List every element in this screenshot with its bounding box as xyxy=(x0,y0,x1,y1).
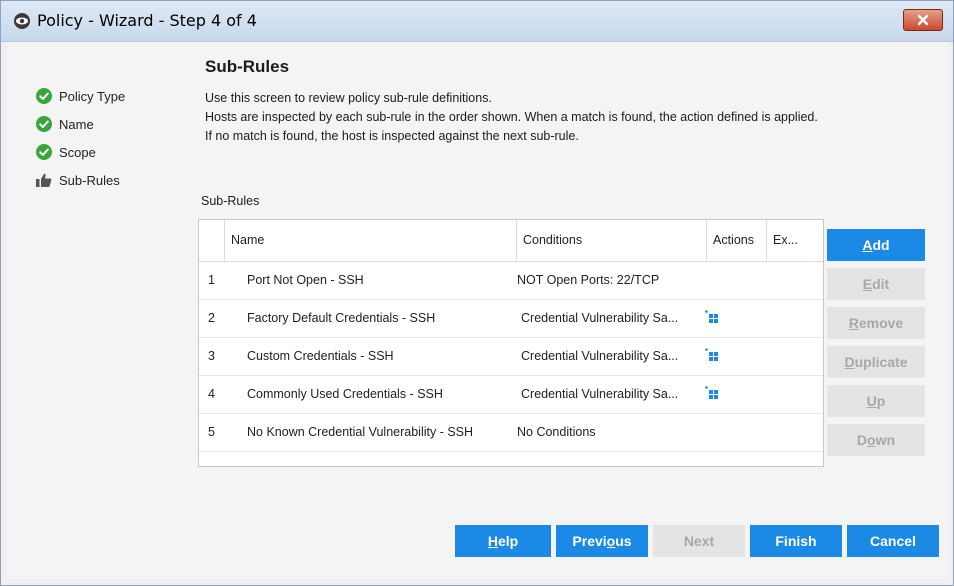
table-row[interactable]: 5 No Known Credential Vulnerability - SS… xyxy=(199,414,823,452)
wizard-window: Policy - Wizard - Step 4 of 4 Policy Typ… xyxy=(0,0,954,586)
down-label-pre: D xyxy=(856,432,868,448)
add-label-post: dd xyxy=(872,237,890,253)
step-name: Name xyxy=(35,110,125,138)
up-label-post: p xyxy=(876,393,886,409)
step-label: Sub-Rules xyxy=(59,172,120,188)
row-name: No Known Credential Vulnerability - SSH xyxy=(247,425,474,439)
row-number: 2 xyxy=(208,311,215,325)
page-description: Use this screen to review policy sub-rul… xyxy=(205,89,935,146)
row-name: Commonly Used Credentials - SSH xyxy=(247,387,443,401)
table-row[interactable]: 1 Port Not Open - SSH NOT Open Ports: 22… xyxy=(199,262,823,300)
row-name: Port Not Open - SSH xyxy=(247,273,364,287)
duplicate-label-post: uplicate xyxy=(854,354,908,370)
close-button[interactable] xyxy=(903,9,943,31)
edit-label-mnemonic: E xyxy=(862,276,873,292)
help-button[interactable]: Help xyxy=(455,525,551,557)
action-grid-icon xyxy=(705,386,718,399)
row-number: 3 xyxy=(208,349,215,363)
step-sub-rules: Sub-Rules xyxy=(35,166,125,194)
row-conditions: Credential Vulnerability Sa... xyxy=(521,387,679,401)
wizard-steps: Policy Type Name Scope Sub-Rules xyxy=(35,82,125,194)
help-label-post: elp xyxy=(497,533,519,549)
edit-label-post: dit xyxy=(872,276,890,292)
row-conditions: Credential Vulnerability Sa... xyxy=(521,349,679,363)
finish-button[interactable]: Finish xyxy=(750,525,842,557)
column-header-ex[interactable]: Ex... xyxy=(766,220,806,261)
add-label-mnemonic: A xyxy=(862,237,873,253)
title-bar: Policy - Wizard - Step 4 of 4 xyxy=(1,1,953,42)
description-line: Hosts are inspected by each sub-rule in … xyxy=(205,110,818,124)
check-circle-icon xyxy=(35,115,53,133)
check-circle-icon xyxy=(35,143,53,161)
down-label-post: wn xyxy=(875,432,896,448)
thumbs-up-icon xyxy=(35,171,53,189)
down-button[interactable]: Do wn xyxy=(827,424,925,456)
table-row[interactable]: 3 Custom Credentials - SSH Credential Vu… xyxy=(199,338,823,376)
action-grid-icon xyxy=(705,310,718,323)
remove-label-post: emove xyxy=(858,315,904,331)
eye-icon xyxy=(14,13,30,29)
row-name: Factory Default Credentials - SSH xyxy=(247,311,436,325)
table-row[interactable]: 2 Factory Default Credentials - SSH Cred… xyxy=(199,300,823,338)
column-header-actions[interactable]: Actions xyxy=(706,220,766,261)
previous-label-pre: Previ xyxy=(572,533,607,549)
sub-rules-table: Name Conditions Actions Ex... 1 Port Not… xyxy=(198,219,824,467)
description-line: Use this screen to review policy sub-rul… xyxy=(205,91,492,105)
step-label: Name xyxy=(59,116,94,132)
cancel-button[interactable]: Cancel xyxy=(847,525,939,557)
row-number: 5 xyxy=(208,425,215,439)
row-conditions: No Conditions xyxy=(517,425,596,439)
duplicate-label-mnemonic: D xyxy=(844,354,855,370)
down-label-mnemonic: o xyxy=(867,432,876,448)
column-header-conditions[interactable]: Conditions xyxy=(516,220,706,261)
duplicate-button[interactable]: Duplicate xyxy=(827,346,925,378)
table-header: Name Conditions Actions Ex... xyxy=(199,220,823,262)
action-grid-icon xyxy=(705,348,718,361)
step-scope: Scope xyxy=(35,138,125,166)
close-icon xyxy=(917,14,929,26)
step-label: Scope xyxy=(59,144,96,160)
description-line: If no match is found, the host is inspec… xyxy=(205,129,579,143)
remove-label-mnemonic: R xyxy=(848,315,859,331)
edit-button[interactable]: Edit xyxy=(827,268,925,300)
page-title: Sub-Rules xyxy=(205,57,290,76)
column-header-name[interactable]: Name xyxy=(224,220,516,261)
step-label: Policy Type xyxy=(59,88,126,104)
step-policy-type: Policy Type xyxy=(35,82,125,110)
up-label-mnemonic: U xyxy=(866,393,877,409)
next-button[interactable]: Next xyxy=(653,525,745,557)
window-title: Policy - Wizard - Step 4 of 4 xyxy=(37,11,257,30)
previous-button[interactable]: Previ o us xyxy=(556,525,648,557)
remove-button[interactable]: Remove xyxy=(827,307,925,339)
row-conditions: NOT Open Ports: 22/TCP xyxy=(517,273,660,287)
help-label-mnemonic: H xyxy=(487,533,498,549)
previous-label-post: us xyxy=(615,533,632,549)
sub-rules-table-label: Sub-Rules xyxy=(201,194,260,208)
add-button[interactable]: Add xyxy=(827,229,925,261)
table-row[interactable]: 4 Commonly Used Credentials - SSH Creden… xyxy=(199,376,823,414)
row-number: 1 xyxy=(208,273,215,287)
previous-label-mnemonic: o xyxy=(606,533,616,549)
row-number: 4 xyxy=(208,387,215,401)
check-circle-icon xyxy=(35,87,53,105)
row-conditions: Credential Vulnerability Sa... xyxy=(521,311,679,325)
row-name: Custom Credentials - SSH xyxy=(247,349,394,363)
up-button[interactable]: Up xyxy=(827,385,925,417)
